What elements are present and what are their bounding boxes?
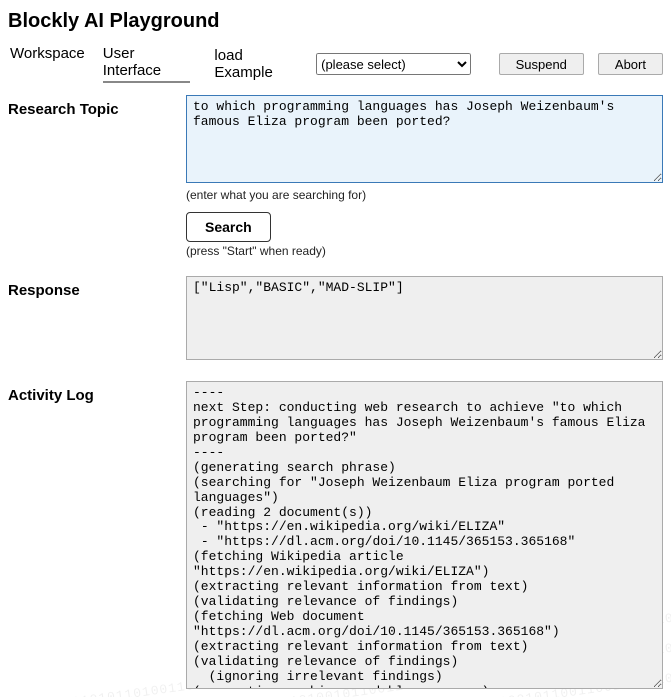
response-output[interactable] [186, 276, 663, 360]
research-topic-input[interactable] [186, 95, 663, 183]
research-topic-hint: (enter what you are searching for) [186, 188, 663, 202]
activity-log-output[interactable] [186, 381, 663, 689]
tab-workspace[interactable]: Workspace [10, 45, 85, 83]
example-select[interactable]: (please select) [316, 53, 470, 75]
search-button[interactable]: Search [186, 212, 271, 242]
tab-group: Workspace User Interface [10, 45, 190, 83]
activity-log-label: Activity Log [8, 381, 186, 404]
toolbar: Workspace User Interface load Example (p… [8, 41, 663, 93]
load-example-label: load Example [214, 47, 302, 81]
response-label: Response [8, 276, 186, 299]
abort-button[interactable]: Abort [598, 53, 663, 75]
research-topic-label: Research Topic [8, 95, 186, 118]
page-title: Blockly AI Playground [8, 10, 663, 33]
search-hint: (press "Start" when ready) [186, 244, 663, 258]
suspend-button[interactable]: Suspend [499, 53, 584, 75]
tab-user-interface[interactable]: User Interface [103, 45, 191, 83]
